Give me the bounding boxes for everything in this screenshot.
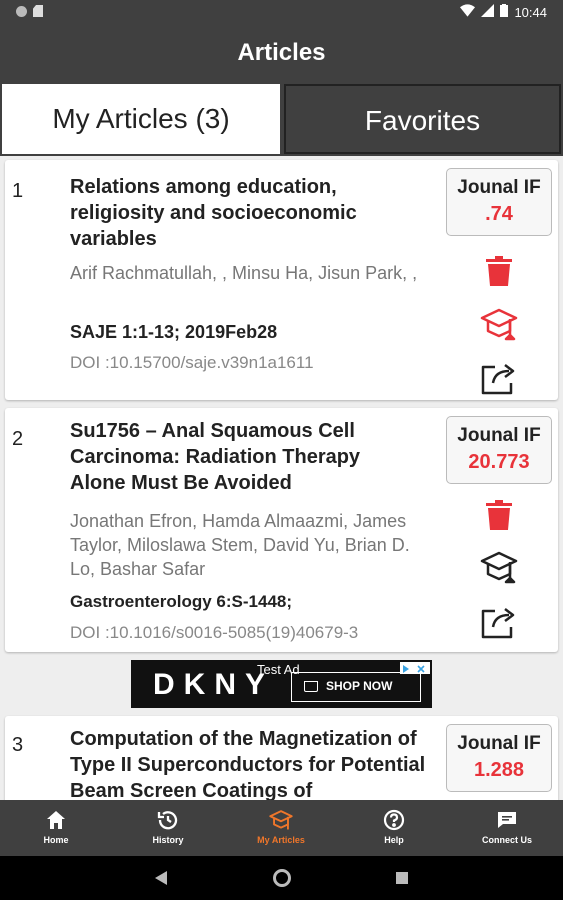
article-list[interactable]: 1 Relations among education, religiosity…: [0, 156, 563, 800]
nav-label: Home: [43, 835, 69, 845]
nav-label: History: [152, 835, 184, 845]
article-authors: Arif Rachmatullah, , Minsu Ha, Jisun Par…: [70, 263, 418, 283]
nav-label: Connect Us: [481, 835, 532, 845]
notification-dot-icon: [16, 5, 27, 17]
journal-if-value: .74: [485, 203, 513, 225]
history-icon: [156, 808, 180, 832]
article-title[interactable]: Relations among education, religiosity a…: [70, 174, 370, 252]
article-journal: SAJE 1:1-13; 2019Feb28: [70, 322, 278, 342]
journal-if-label: Jounal IF: [457, 177, 541, 198]
article-journal: Gastroenterology 6:S-1448;: [70, 592, 293, 611]
journal-if-value: 20.773: [468, 451, 530, 473]
nav-label: My Articles: [257, 835, 305, 845]
journal-if-box: Jounal IF 1.288: [446, 724, 552, 792]
sd-card-icon: [33, 5, 43, 17]
share-icon[interactable]: [479, 601, 519, 641]
article-title[interactable]: Su1756 – Anal Squamous Cell Carcinoma: R…: [70, 418, 390, 496]
delete-icon[interactable]: [479, 251, 519, 291]
nav-my-articles[interactable]: My Articles: [225, 800, 337, 856]
journal-if-label: Jounal IF: [457, 425, 541, 446]
article-number: 1: [12, 180, 24, 202]
article-number: 2: [12, 428, 24, 450]
nav-history[interactable]: History: [112, 800, 224, 856]
journal-if-box: Jounal IF .74: [446, 168, 552, 236]
journal-if-label: Jounal IF: [457, 733, 541, 754]
ad-choices-icon[interactable]: [400, 662, 430, 674]
ad-shop-now-button[interactable]: SHOP NOW: [291, 672, 421, 702]
ad-banner[interactable]: DKNY Test Ad SHOP NOW: [131, 660, 432, 708]
journal-if-box: Jounal IF 20.773: [446, 416, 552, 484]
nav-connect-us[interactable]: Connect Us: [451, 800, 563, 856]
journal-if-value: 1.288: [473, 759, 525, 781]
status-bar: 10:44: [0, 0, 563, 24]
article-authors: Jonathan Efron, Hamda Almaazmi, James Ta…: [70, 511, 410, 579]
home-circle-icon[interactable]: [273, 869, 291, 887]
article-card[interactable]: 1 Relations among education, religiosity…: [5, 160, 558, 400]
graduation-cap-icon[interactable]: [479, 547, 519, 587]
wifi-icon: [460, 4, 476, 20]
signal-icon: [481, 4, 495, 20]
bottom-navigation: Home History My Articles Help Connect Us: [0, 800, 563, 856]
app-bar: Articles: [0, 24, 563, 82]
share-icon[interactable]: [479, 357, 519, 397]
help-icon: [382, 808, 406, 832]
article-card[interactable]: 2 Su1756 – Anal Squamous Cell Carcinoma:…: [5, 408, 558, 652]
graduation-cap-icon[interactable]: [479, 304, 519, 344]
back-icon[interactable]: [155, 871, 167, 890]
ad-brand-logo: DKNY: [153, 668, 275, 701]
article-doi[interactable]: DOI :10.15700/saje.v39n1a1611: [70, 353, 440, 373]
recents-icon[interactable]: [396, 872, 408, 884]
battery-icon: [500, 4, 509, 20]
nav-help[interactable]: Help: [338, 800, 450, 856]
article-number: 3: [12, 734, 24, 756]
cart-icon: [304, 681, 318, 692]
delete-icon[interactable]: [479, 495, 519, 535]
article-doi[interactable]: DOI :10.1016/s0016-5085(19)40679-3: [70, 623, 440, 643]
tab-favorites[interactable]: Favorites: [284, 84, 561, 154]
page-title: Articles: [237, 39, 326, 66]
home-icon: [44, 808, 68, 832]
status-time: 10:44: [514, 4, 547, 20]
tab-bar: My Articles (3) Favorites: [0, 82, 563, 156]
my-articles-icon: [269, 808, 293, 832]
article-title[interactable]: Computation of the Magnetization of Type…: [70, 726, 430, 800]
system-navigation-bar: [0, 856, 563, 900]
nav-home[interactable]: Home: [0, 800, 112, 856]
ad-cta-label: SHOP NOW: [326, 679, 393, 693]
tab-my-articles[interactable]: My Articles (3): [2, 84, 280, 154]
article-card[interactable]: 3 Computation of the Magnetization of Ty…: [5, 716, 558, 800]
connect-icon: [495, 808, 519, 832]
nav-label: Help: [384, 835, 404, 845]
